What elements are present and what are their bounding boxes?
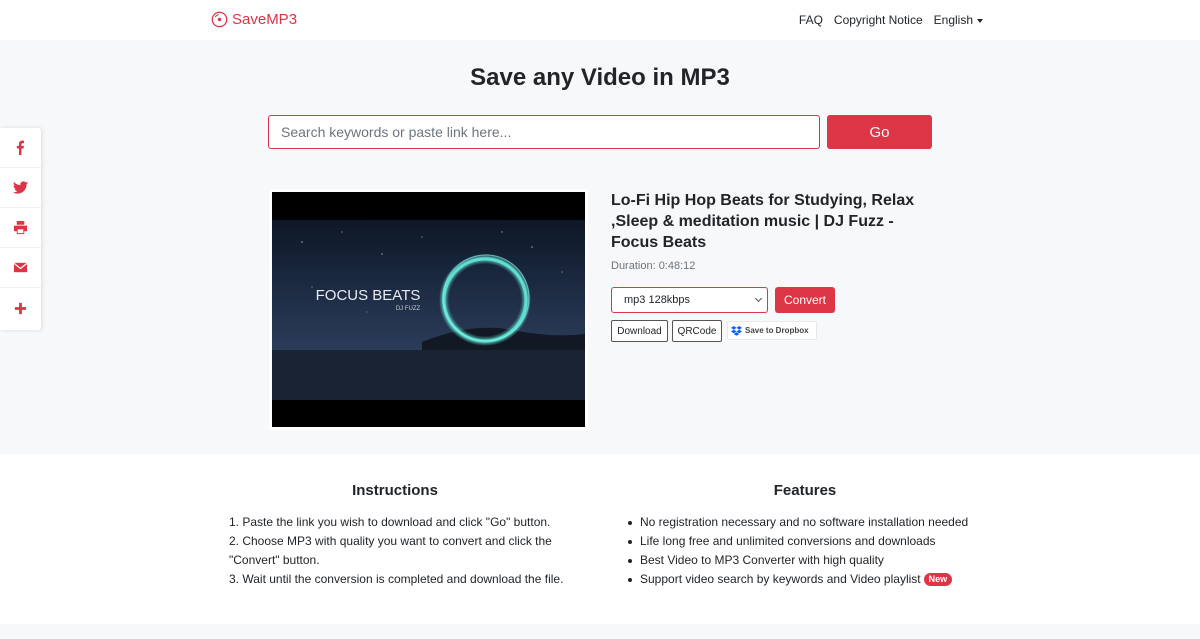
go-button[interactable]: Go [827, 115, 932, 149]
language-dropdown[interactable]: English [934, 13, 983, 27]
info-section: Instructions 1. Paste the link you wish … [0, 454, 1200, 624]
share-print-button[interactable] [0, 208, 41, 248]
video-duration: Duration: 0:48:12 [611, 260, 696, 272]
convert-button[interactable]: Convert [775, 287, 835, 313]
list-item: No registration necessary and no softwar… [627, 513, 1007, 532]
language-label: English [933, 13, 973, 27]
download-button[interactable]: Download [611, 320, 668, 342]
quality-select[interactable]: mp3 128kbps [611, 287, 768, 313]
search-input[interactable] [268, 115, 820, 149]
share-facebook-button[interactable] [0, 128, 41, 168]
qrcode-button[interactable]: QRCode [672, 320, 722, 342]
thumbnail-title: FOCUS BEATS [316, 287, 421, 304]
list-item: "Convert" button. [229, 553, 320, 567]
new-badge: New [923, 573, 953, 586]
nav-faq-link[interactable]: FAQ [799, 13, 823, 27]
footer-strip [0, 624, 1200, 639]
instructions-title: Instructions [352, 482, 438, 499]
facebook-icon [16, 140, 25, 155]
email-icon [13, 262, 28, 273]
list-item: 1. Paste the link you wish to download a… [229, 515, 551, 529]
plus-icon [14, 302, 27, 314]
thumbnail-artist: DJ FUZZ [396, 306, 421, 312]
caret-down-icon [977, 18, 983, 23]
brand-name: SaveMP3 [232, 11, 298, 28]
brand-link[interactable]: SaveMP3 [211, 11, 297, 28]
video-title: Lo-Fi Hip Hop Beats for Studying, Relax … [611, 192, 915, 251]
share-twitter-button[interactable] [0, 168, 41, 208]
hero-section: Save any Video in MP3 Go [0, 40, 1200, 454]
list-item: Support video search by keywords and Vid… [627, 570, 1007, 589]
list-item: 3. Wait until the conversion is complete… [229, 572, 564, 586]
dropbox-icon [731, 325, 742, 336]
chevron-down-icon [754, 294, 763, 303]
vinyl-logo-icon [211, 11, 228, 28]
navbar: SaveMP3 FAQ Copyright Notice English [0, 0, 1200, 40]
list-item: Best Video to MP3 Converter with high qu… [627, 551, 1007, 570]
save-to-dropbox-button[interactable]: Save to Dropbox [727, 321, 817, 340]
features-list: No registration necessary and no softwar… [627, 513, 1007, 589]
share-email-button[interactable] [0, 248, 41, 288]
list-item: 2. Choose MP3 with quality you want to c… [229, 534, 552, 548]
quality-select-value: mp3 128kbps [624, 294, 691, 306]
dropbox-label: Save to Dropbox [745, 326, 809, 335]
video-thumbnail: FOCUS BEATS DJ FUZZ [272, 192, 585, 427]
share-more-button[interactable] [0, 288, 41, 328]
features-title: Features [773, 482, 837, 499]
twitter-icon [13, 181, 28, 194]
share-sidebar [0, 128, 41, 330]
print-icon [13, 220, 28, 235]
nav-links: FAQ Copyright Notice English [799, 13, 983, 27]
nav-copyright-link[interactable]: Copyright Notice [834, 13, 923, 27]
page-title: Save any Video in MP3 [470, 64, 730, 91]
list-item: Life long free and unlimited conversions… [627, 532, 1007, 551]
video-thumbnail-frame: FOCUS BEATS DJ FUZZ [269, 189, 588, 430]
instructions-list: 1. Paste the link you wish to download a… [229, 513, 589, 589]
feature-text: Support video search by keywords and Vid… [640, 572, 921, 586]
